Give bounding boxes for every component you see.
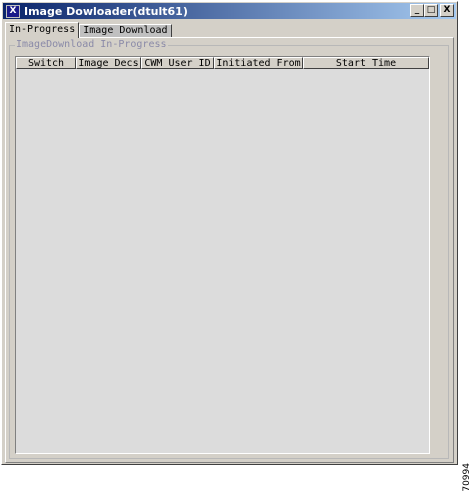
title-bar[interactable]: X Image Dowloader(dtult61) _ □ X [3,3,456,19]
column-header-initiated-from[interactable]: Initiated From [214,57,303,69]
column-header-switch[interactable]: Switch [16,57,76,69]
tab-in-progress[interactable]: In-Progress [5,22,80,38]
window-title: Image Dowloader(dtult61) [24,4,188,18]
tab-panel: ImageDownload In-Progress Switch Image D… [5,37,454,463]
window-controls: _ □ X [408,4,454,17]
figure-code: 70994 [462,463,472,492]
tab-bar: In-Progress Image Download [5,22,172,38]
group-legend: ImageDownload In-Progress [15,39,168,51]
app-icon[interactable]: X [6,4,20,18]
maximize-button[interactable]: □ [424,4,438,17]
minimize-button[interactable]: _ [410,4,424,17]
table-header: Switch Image Decs CWM User ID Initiated … [16,57,429,69]
column-header-image-decs[interactable]: Image Decs [76,57,141,69]
tab-image-download[interactable]: Image Download [79,24,172,38]
in-progress-table[interactable]: Switch Image Decs CWM User ID Initiated … [15,56,430,454]
imagedownload-in-progress-group: ImageDownload In-Progress Switch Image D… [9,39,449,459]
image-downloader-window: X Image Dowloader(dtult61) _ □ X In-Prog… [1,1,458,465]
close-button[interactable]: X [440,4,454,17]
column-header-start-time[interactable]: Start Time [303,57,429,69]
column-header-cwm-user-id[interactable]: CWM User ID [141,57,214,69]
